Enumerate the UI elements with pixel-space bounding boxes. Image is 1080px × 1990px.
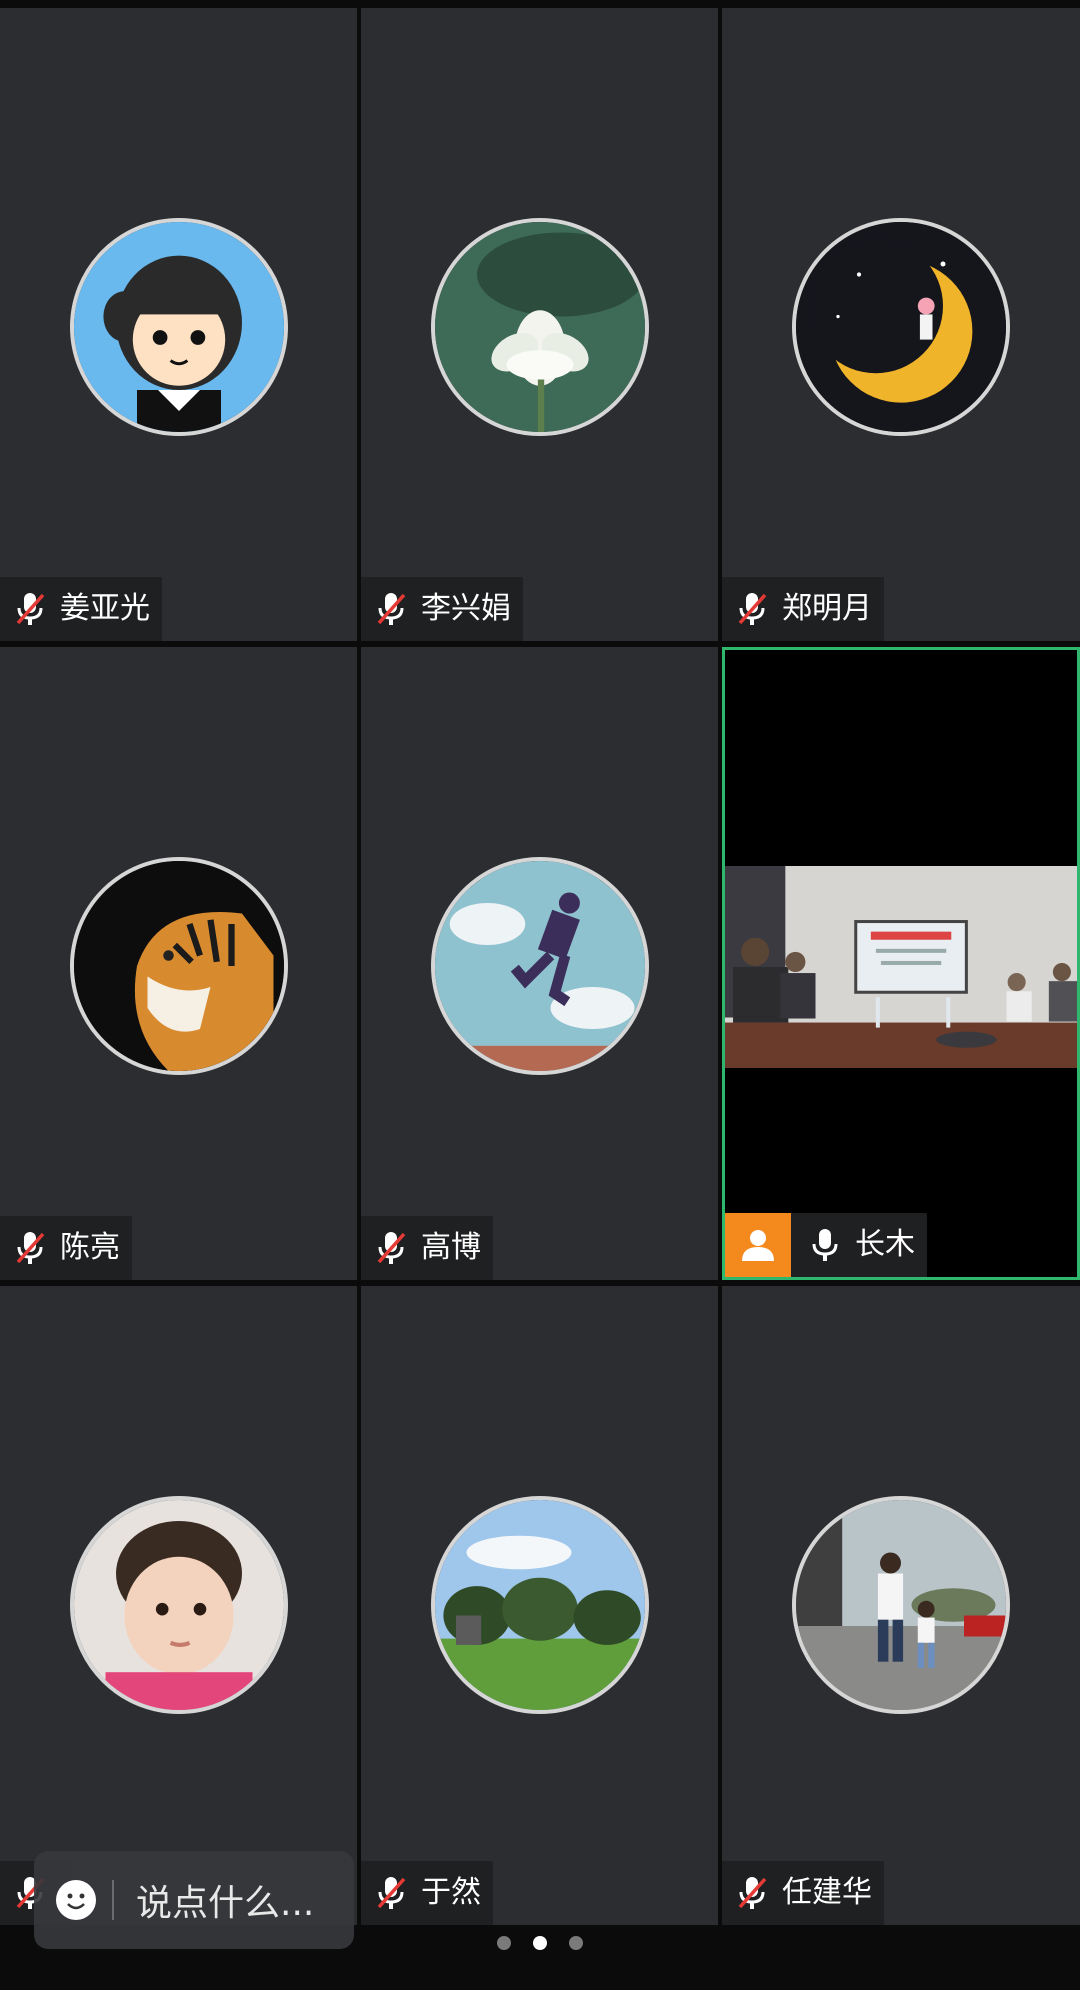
page-dot-3[interactable] bbox=[569, 1936, 583, 1950]
participant-tile[interactable] bbox=[0, 1286, 357, 1925]
lotus-flower-avatar bbox=[430, 218, 649, 436]
conference-room-video bbox=[725, 866, 1077, 1068]
mic-muted-icon bbox=[16, 1232, 45, 1264]
page-dot-1[interactable] bbox=[497, 1936, 511, 1950]
chat-divider bbox=[112, 1880, 114, 1920]
participant-name-bar: 于然 bbox=[361, 1861, 493, 1925]
mic-icon bbox=[812, 1229, 838, 1261]
mic-muted-icon bbox=[738, 593, 767, 625]
emoji-icon[interactable] bbox=[56, 1880, 96, 1920]
participant-name-bar: 长木 bbox=[725, 1213, 927, 1277]
jumping-person-avatar bbox=[430, 857, 649, 1075]
host-badge bbox=[725, 1213, 791, 1277]
tiger-avatar bbox=[69, 857, 288, 1075]
page-dot-2-current[interactable] bbox=[533, 1936, 547, 1950]
participant-name: 高博 bbox=[421, 1230, 481, 1265]
mic-muted-icon bbox=[16, 593, 45, 625]
participant-name-bar: 李兴娟 bbox=[361, 577, 523, 641]
cartoon-girl-avatar bbox=[69, 218, 288, 436]
mic-muted-icon bbox=[377, 593, 406, 625]
participant-name: 于然 bbox=[421, 1875, 481, 1910]
crescent-moon-avatar bbox=[792, 218, 1010, 436]
participant-name: 陈亮 bbox=[60, 1230, 120, 1265]
park-trees-avatar bbox=[430, 1496, 649, 1714]
participant-name-bar: 高博 bbox=[361, 1216, 493, 1280]
participant-tile[interactable]: 郑明月 bbox=[722, 8, 1080, 641]
person-icon bbox=[742, 1230, 774, 1261]
participant-name-bar: 任建华 bbox=[722, 1861, 884, 1925]
participant-name-bar: 郑明月 bbox=[722, 577, 884, 641]
participant-name: 姜亚光 bbox=[60, 591, 150, 626]
participant-tile[interactable]: 于然 bbox=[361, 1286, 718, 1925]
mic-muted-icon bbox=[377, 1232, 406, 1264]
page-indicator bbox=[0, 1936, 1080, 1950]
active-speaker-tile[interactable]: 长木 bbox=[722, 647, 1080, 1280]
participant-name: 郑明月 bbox=[782, 591, 872, 626]
father-and-child-walking-avatar bbox=[792, 1496, 1010, 1714]
participant-name-bar: 陈亮 bbox=[0, 1216, 132, 1280]
participant-tile[interactable]: 李兴娟 bbox=[361, 8, 718, 641]
child-portrait-avatar bbox=[69, 1496, 288, 1714]
mic-muted-icon bbox=[738, 1877, 767, 1909]
mic-muted-icon bbox=[377, 1877, 406, 1909]
participant-name: 长木 bbox=[855, 1227, 915, 1262]
participant-tile[interactable]: 陈亮 bbox=[0, 647, 357, 1280]
participant-tile[interactable]: 姜亚光 bbox=[0, 8, 357, 641]
participant-tile[interactable]: 任建华 bbox=[722, 1286, 1080, 1925]
participant-tile[interactable]: 高博 bbox=[361, 647, 718, 1280]
participant-name: 任建华 bbox=[782, 1875, 872, 1910]
video-grid: 姜亚光 李兴娟 郑明月 陈亮 高博 长木 于然 任建华 bbox=[0, 8, 1080, 1925]
participant-name-bar: 姜亚光 bbox=[0, 577, 162, 641]
chat-placeholder[interactable]: 说点什么... bbox=[136, 1874, 314, 1926]
chat-input-bar[interactable]: 说点什么... bbox=[34, 1851, 354, 1949]
participant-name: 李兴娟 bbox=[421, 591, 511, 626]
